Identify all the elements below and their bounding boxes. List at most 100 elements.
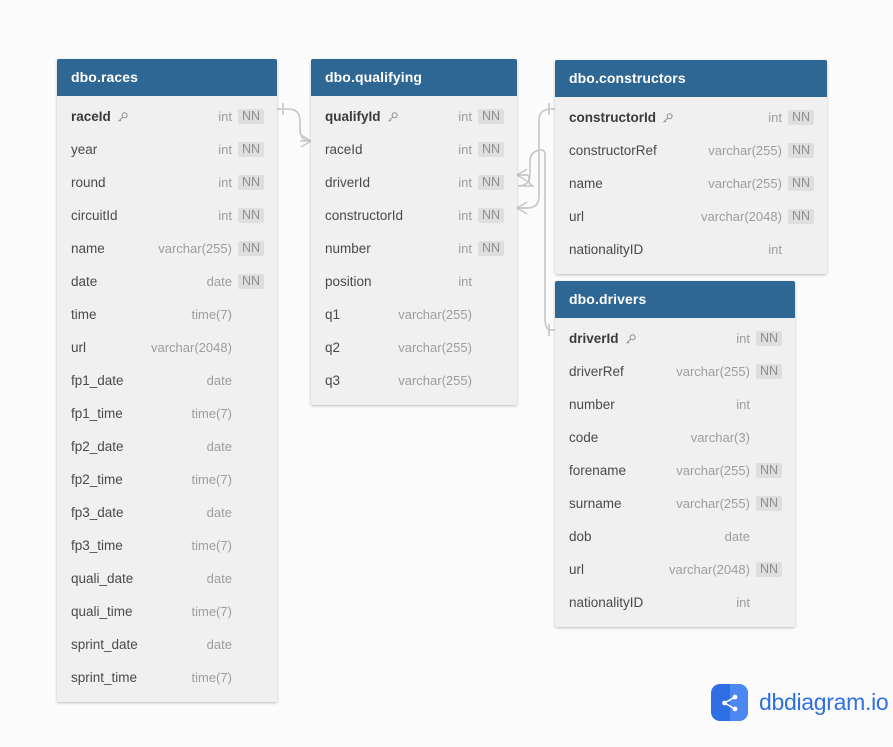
field-name: quali_date [71, 571, 133, 586]
primary-key-icon [386, 111, 399, 124]
field-meta: varchar(255)NN [398, 373, 504, 389]
field-row[interactable]: urlvarchar(2048)NN [555, 200, 827, 233]
field-meta: varchar(2048) NN [701, 208, 814, 225]
field-row[interactable]: fp1_date dateNN [57, 364, 277, 397]
field-type: varchar(255) [398, 307, 472, 322]
table-title-constructors[interactable]: dbo.constructors [555, 60, 827, 97]
field-row[interactable]: fp2_time time(7)NN [57, 463, 277, 496]
field-meta: time(7)NN [191, 472, 264, 488]
field-name: forename [569, 463, 626, 478]
field-row[interactable]: fp2_date dateNN [57, 430, 277, 463]
field-row[interactable]: q2 varchar(255)NN [311, 331, 517, 364]
field-row[interactable]: driverId int NN [311, 166, 517, 199]
field-row[interactable]: constructorId int NN [311, 199, 517, 232]
field-row[interactable]: name varchar(255) NN [555, 167, 827, 200]
field-name: time [71, 307, 97, 322]
field-meta: varchar(2048) NN [669, 561, 782, 578]
field-row[interactable]: constructorRef varchar(255) NN [555, 134, 827, 167]
field-row[interactable]: date date NN [57, 265, 277, 298]
field-type: varchar(255) [676, 463, 750, 478]
not-null-badge: NN [755, 561, 782, 578]
field-type: int [736, 595, 750, 610]
field-row[interactable]: surname varchar(255) NN [555, 487, 795, 520]
field-row[interactable]: numberintNN [555, 388, 795, 421]
field-row[interactable]: sprint_time time(7)NN [57, 661, 277, 694]
field-row[interactable]: year int NN [57, 133, 277, 166]
field-name-label: code [569, 430, 599, 445]
not-null-badge: NN [477, 108, 504, 125]
table-card-races[interactable]: dbo.races raceId int NN year int NN round int NN c… [57, 59, 277, 702]
not-null-badge: NN [755, 495, 782, 512]
field-row[interactable]: quali_date dateNN [57, 562, 277, 595]
field-meta: varchar(255)NN [398, 307, 504, 323]
table-card-drivers[interactable]: dbo.drivers driverId int NN driverRef varchar… [555, 281, 795, 627]
field-row[interactable]: circuitId int NN [57, 199, 277, 232]
field-type: int [458, 142, 472, 157]
field-name-label: constructorId [569, 110, 657, 125]
field-name-label: fp1_time [71, 406, 123, 421]
field-name: name [71, 241, 105, 256]
table-title-drivers[interactable]: dbo.drivers [555, 281, 795, 318]
table-card-constructors[interactable]: dbo.constructors constructorId int NN constr… [555, 60, 827, 274]
field-meta: time(7)NN [191, 670, 264, 686]
table-title-races[interactable]: dbo.races [57, 59, 277, 96]
field-row[interactable]: quali_time time(7)NN [57, 595, 277, 628]
field-row[interactable]: urlvarchar(2048)NN [57, 331, 277, 364]
field-meta: varchar(3)NN [691, 430, 782, 446]
field-row[interactable]: name varchar(255) NN [57, 232, 277, 265]
field-row[interactable]: raceId int NN [311, 133, 517, 166]
field-name-label: url [71, 340, 87, 355]
field-row[interactable]: q1 varchar(255)NN [311, 298, 517, 331]
field-row[interactable]: raceId int NN [57, 100, 277, 133]
field-meta: varchar(255)NN [676, 363, 782, 380]
field-type: varchar(3) [690, 430, 750, 445]
field-name-label: qualifyId [325, 109, 381, 124]
field-name-label: driverId [569, 331, 619, 346]
field-row[interactable]: sprint_date dateNN [57, 628, 277, 661]
not-null-badge: NN [477, 141, 504, 158]
table-fields-races: raceId int NN year int NN round int NN circuitId i… [57, 96, 277, 702]
table-title-qualifying[interactable]: dbo.qualifying [311, 59, 517, 96]
table-card-qualifying[interactable]: dbo.qualifying qualifyId int NN raceId int NN d… [311, 59, 517, 405]
field-row[interactable]: driverRef varchar(255) NN [555, 355, 795, 388]
field-row[interactable]: nationalityID intNN [555, 586, 795, 619]
field-row[interactable]: constructorId int NN [555, 101, 827, 134]
field-row[interactable]: time time(7)NN [57, 298, 277, 331]
field-row[interactable]: code varchar(3)NN [555, 421, 795, 454]
not-null-badge: NN [787, 208, 814, 225]
field-type: varchar(2048) [151, 340, 232, 355]
field-row[interactable]: round int NN [57, 166, 277, 199]
field-type: int [458, 274, 472, 289]
field-type: varchar(255) [398, 373, 472, 388]
field-name-label: surname [569, 496, 622, 511]
field-row[interactable]: qualifyId int NN [311, 100, 517, 133]
field-row[interactable]: q3 varchar(255)NN [311, 364, 517, 397]
field-name-label: position [325, 274, 372, 289]
field-name: number [569, 397, 615, 412]
dbdiagram-brand[interactable]: dbdiagram.io [711, 684, 889, 721]
diagram-canvas[interactable]: dbo.races raceId int NN year int NN round int NN c… [0, 0, 893, 747]
field-row[interactable]: driverId int NN [555, 322, 795, 355]
field-row[interactable]: position intNN [311, 265, 517, 298]
field-name-label: name [71, 241, 105, 256]
field-row[interactable]: fp3_date dateNN [57, 496, 277, 529]
field-row[interactable]: forename varchar(255) NN [555, 454, 795, 487]
field-row[interactable]: numberintNN [311, 232, 517, 265]
field-row[interactable]: fp3_time time(7)NN [57, 529, 277, 562]
field-name-label: time [71, 307, 97, 322]
field-meta: varchar(255)NN [158, 240, 264, 257]
field-row[interactable]: nationalityID intNN [555, 233, 827, 266]
field-meta: dateNN [207, 373, 264, 389]
field-type: int [736, 397, 750, 412]
field-name-label: fp2_date [71, 439, 124, 454]
field-type: date [724, 529, 750, 544]
field-row[interactable]: fp1_time time(7)NN [57, 397, 277, 430]
field-row[interactable]: urlvarchar(2048)NN [555, 553, 795, 586]
field-meta: varchar(255)NN [708, 175, 814, 192]
field-name: date [71, 274, 97, 289]
field-type: int [218, 208, 232, 223]
primary-key-icon [661, 112, 674, 125]
field-type: time(7) [191, 538, 232, 553]
field-row[interactable]: dob dateNN [555, 520, 795, 553]
field-type: int [218, 142, 232, 157]
